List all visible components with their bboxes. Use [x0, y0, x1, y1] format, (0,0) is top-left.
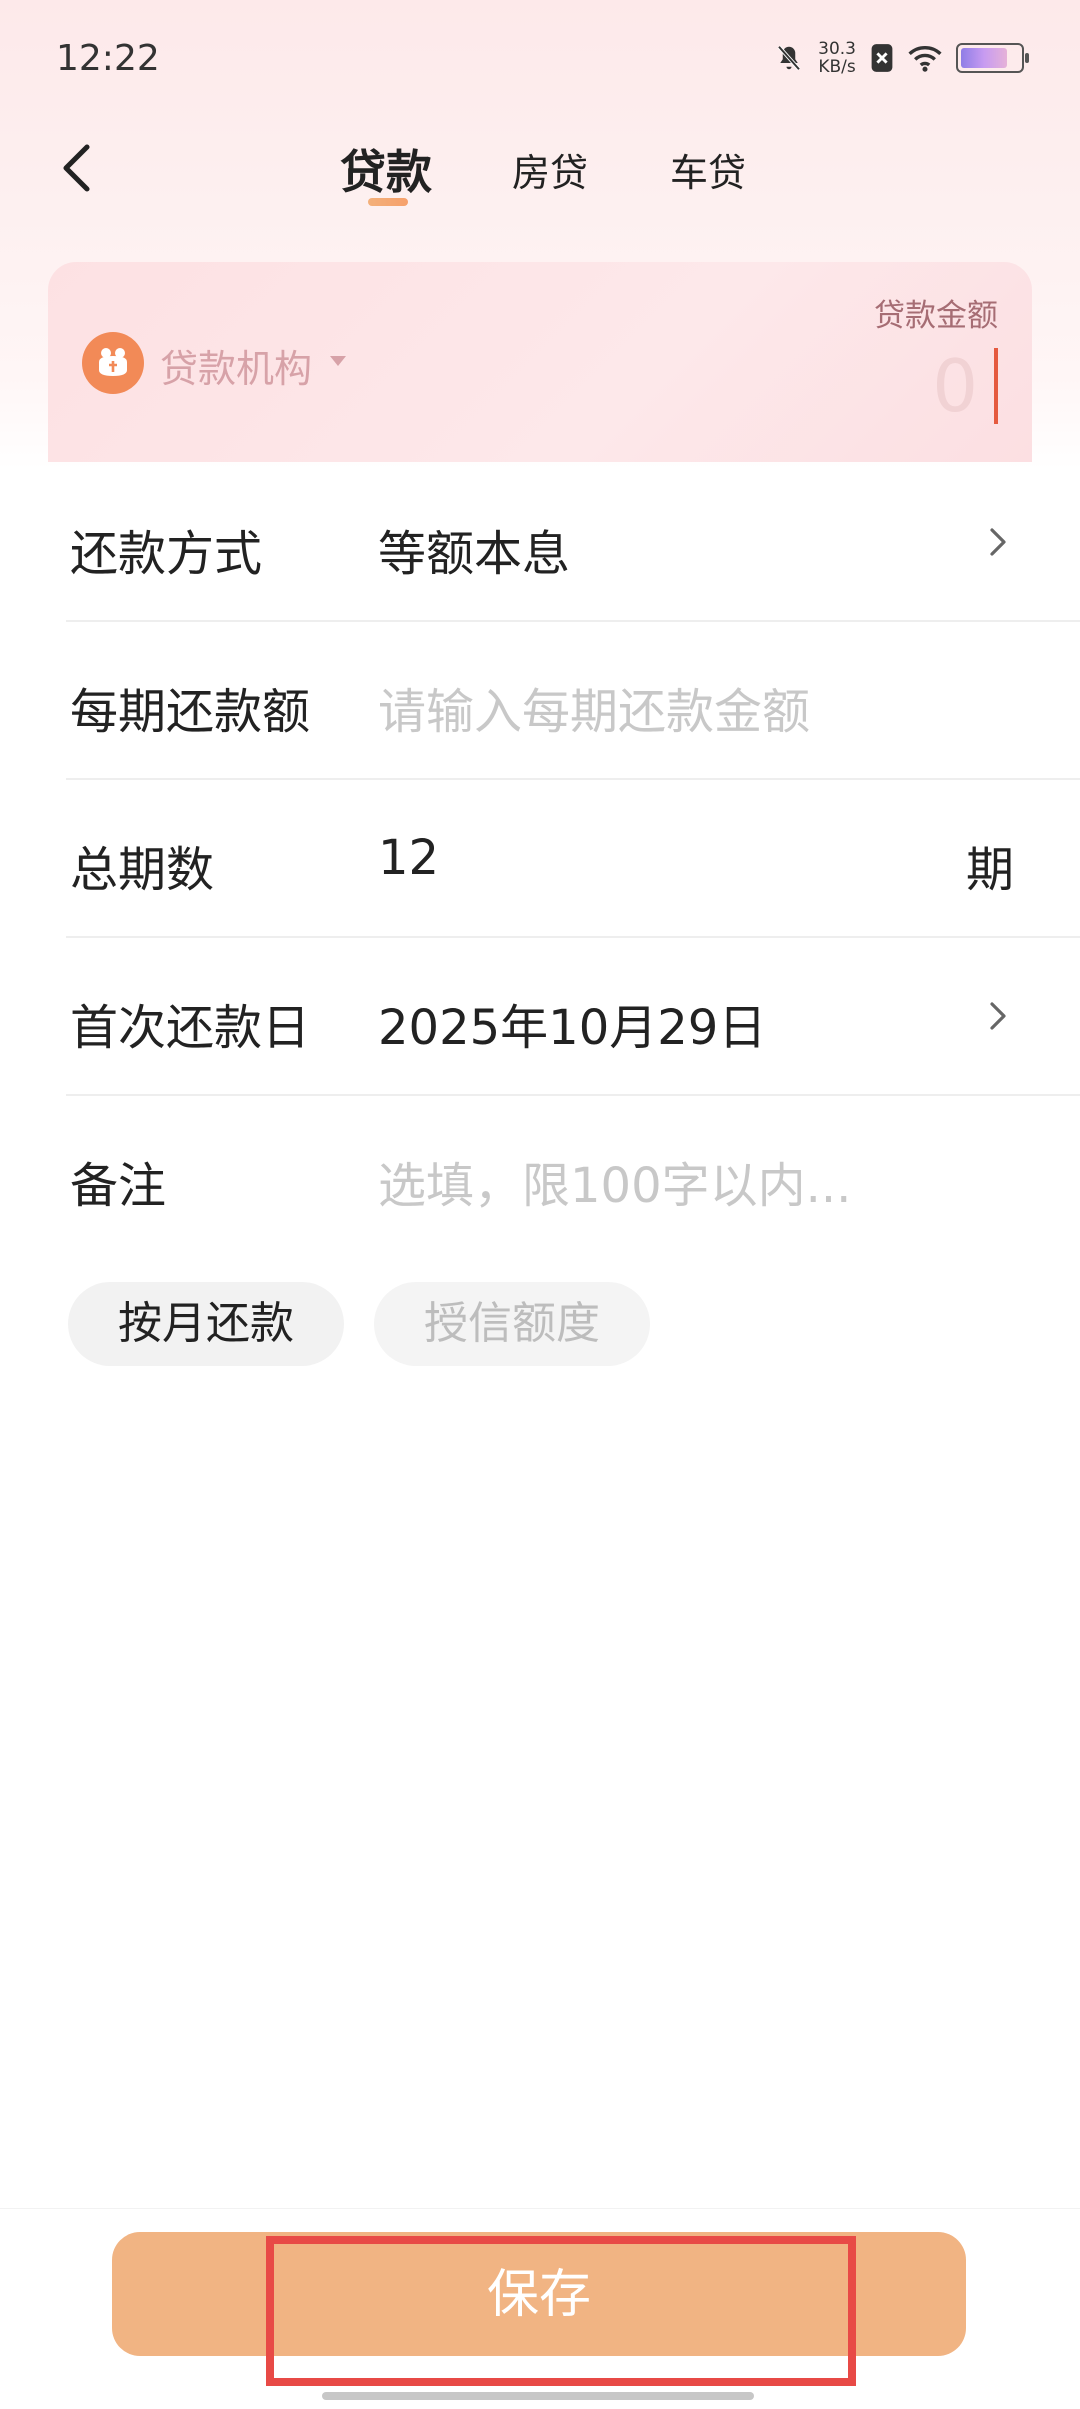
tab-loan[interactable]: 贷款 — [340, 136, 432, 202]
chevron-right-icon — [990, 528, 1006, 556]
tab-car-loan[interactable]: 车贷 — [670, 142, 746, 197]
top-navigation: 贷款 房贷 车贷 — [0, 120, 1080, 240]
per-period-amount-row[interactable]: 每期还款额 请输入每期还款金额 — [66, 622, 1080, 780]
total-periods-input[interactable]: 12 — [378, 830, 439, 886]
chevron-right-icon — [990, 1002, 1006, 1030]
per-period-amount-input[interactable]: 请输入每期还款金额 — [378, 672, 810, 742]
note-input[interactable]: 选填，限100字以内... — [378, 1146, 851, 1216]
first-repayment-date-row[interactable]: 首次还款日 2025年10月29日 — [66, 938, 1080, 1096]
highlight-box — [266, 2236, 856, 2386]
tab-mortgage[interactable]: 房贷 — [512, 142, 588, 197]
status-bar: 12:22 30.3 KB/s — [0, 0, 1080, 120]
money-bag-glyph — [99, 348, 127, 376]
amount-input[interactable]: 0 — [932, 344, 978, 428]
first-repayment-date-value: 2025年10月29日 — [378, 1000, 767, 1056]
note-row[interactable]: 备注 选填，限100字以内... — [66, 1096, 1080, 1254]
repayment-method-value: 等额本息 — [378, 526, 571, 582]
dropdown-caret-icon — [330, 356, 346, 366]
wifi-icon — [908, 46, 942, 72]
money-bag-icon[interactable] — [82, 332, 144, 394]
battery-level — [961, 48, 1008, 68]
repayment-method-label: 还款方式 — [70, 526, 263, 582]
note-label: 备注 — [70, 1158, 167, 1214]
total-periods-label: 总期数 — [70, 842, 215, 898]
mute-bell-icon — [777, 45, 801, 71]
chip-credit-limit[interactable]: 授信额度 — [374, 1282, 650, 1366]
battery-icon — [956, 43, 1029, 73]
battery-cap — [1025, 53, 1029, 63]
network-speed: 30.3 KB/s — [818, 40, 856, 76]
network-speed-unit: KB/s — [818, 57, 856, 77]
amount-label: 贷款金额 — [874, 298, 998, 334]
network-speed-value: 30.3 — [818, 39, 856, 59]
sim-disabled-icon — [871, 44, 893, 72]
institution-selector[interactable]: 贷款机构 — [160, 338, 312, 393]
per-period-amount-label: 每期还款额 — [70, 684, 311, 740]
first-repayment-date-label: 首次还款日 — [70, 1000, 311, 1056]
tab-bar: 贷款 房贷 车贷 — [0, 120, 1080, 240]
chip-monthly-repayment[interactable]: 按月还款 — [68, 1282, 344, 1366]
text-cursor — [994, 348, 998, 424]
total-periods-row[interactable]: 总期数 12 期 — [66, 780, 1080, 938]
active-tab-indicator — [368, 198, 408, 206]
status-icons: 30.3 KB/s — [774, 40, 1029, 76]
home-indicator[interactable] — [322, 2392, 754, 2400]
repayment-method-row[interactable]: 还款方式 等额本息 — [66, 464, 1080, 622]
status-time: 12:22 — [56, 38, 160, 79]
loan-amount-card: 贷款机构 贷款金额 0 — [48, 262, 1032, 462]
total-periods-unit: 期 — [965, 842, 1014, 898]
